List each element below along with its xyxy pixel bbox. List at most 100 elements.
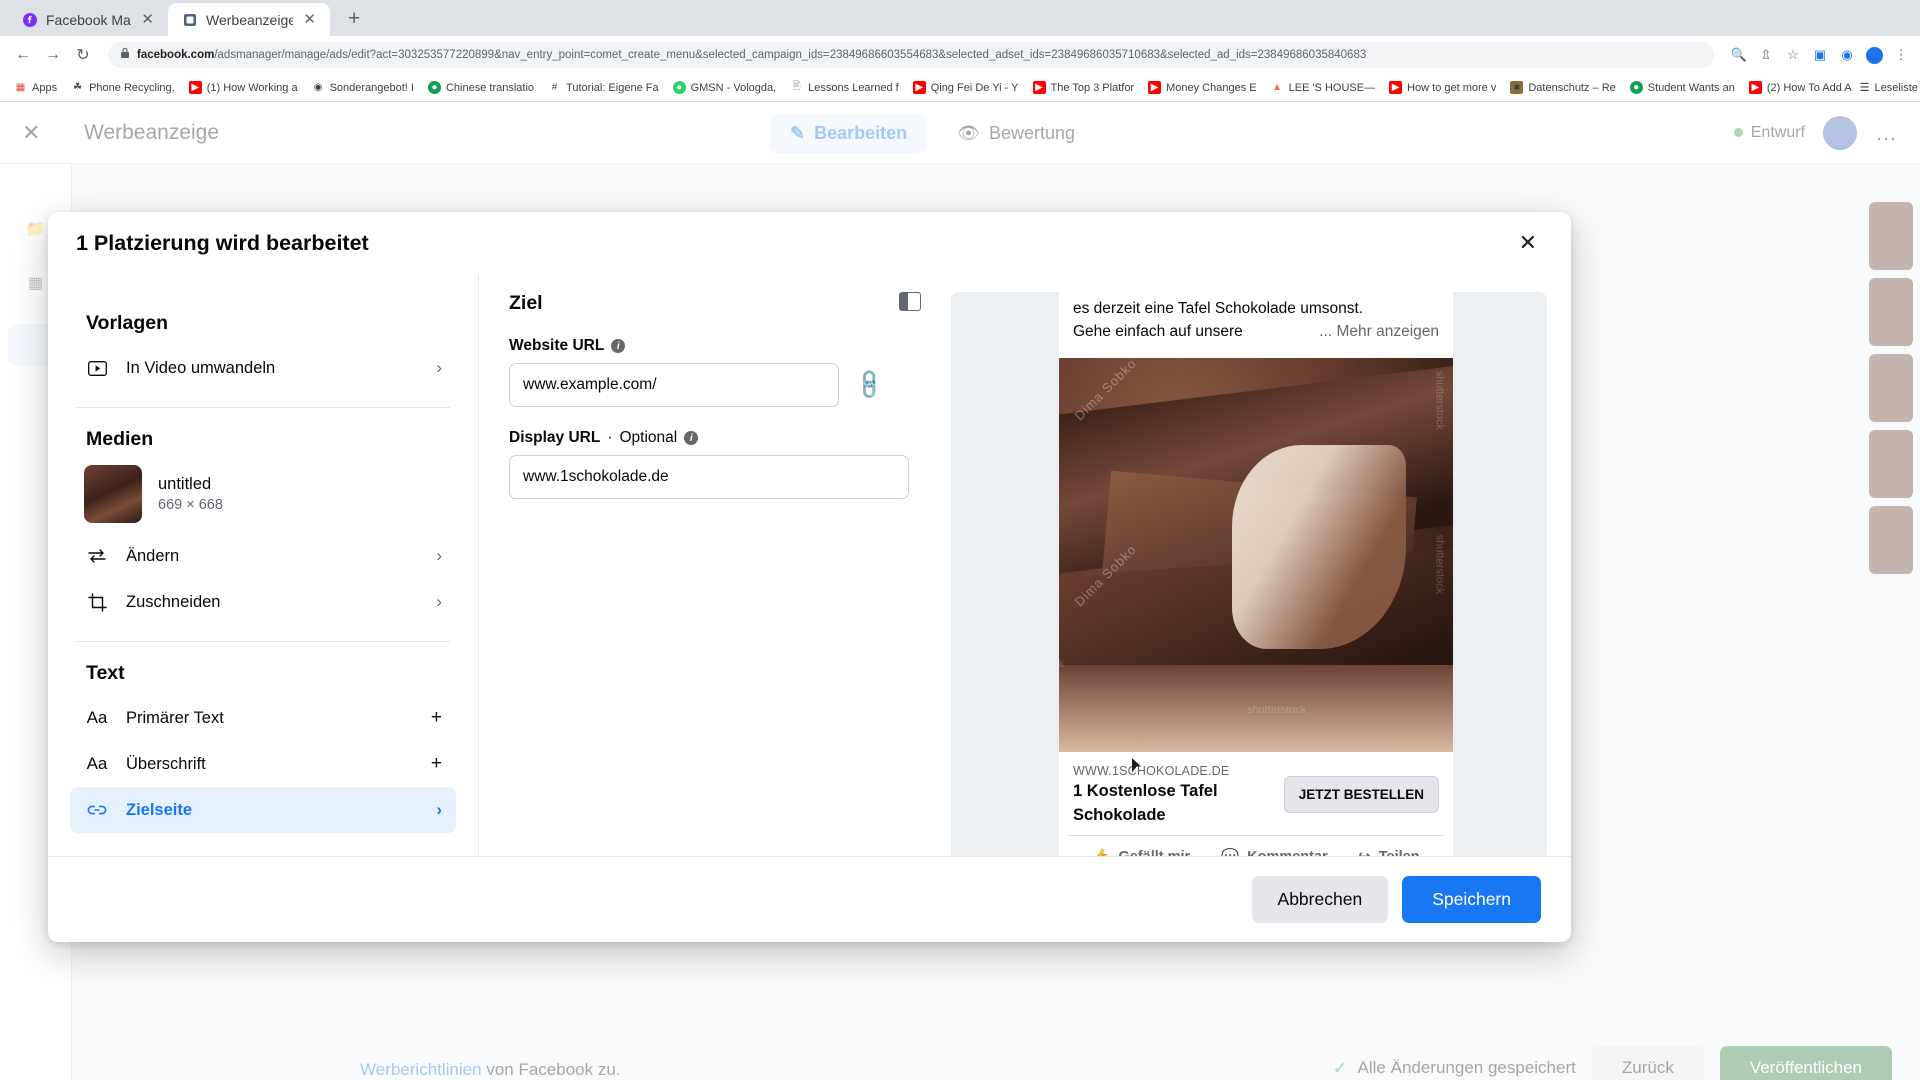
menu-item-in-video-umwandeln[interactable]: In Video umwandeln › — [70, 345, 456, 391]
bookmark-item[interactable]: ☘Phone Recycling, — [65, 78, 181, 97]
section-title-ziel: Ziel — [509, 292, 543, 315]
extension-icon[interactable]: ▣ — [1811, 46, 1829, 64]
ad-meta-row: WWW.1SCHOKOLADE.DE 1 Kostenlose Tafel Sc… — [1059, 752, 1453, 835]
destination-section-header: Ziel — [509, 292, 921, 315]
bookmarks-bar: ▦Apps ☘Phone Recycling, ▶(1) How Working… — [0, 74, 1920, 102]
browser-toolbar: ← → ↻ facebook.com/adsmanager/manage/ads… — [0, 36, 1920, 74]
dialog-title: 1 Platzierung wird bearbeitet — [76, 231, 369, 256]
dialog-header: 1 Platzierung wird bearbeitet ✕ — [48, 212, 1571, 274]
see-more-link[interactable]: ... Mehr anzeigen — [1319, 321, 1439, 344]
menu-icon[interactable]: ⋮ — [1892, 46, 1910, 64]
save-button[interactable]: Speichern — [1402, 876, 1541, 923]
cancel-button[interactable]: Abbrechen — [1252, 876, 1389, 923]
like-action[interactable]: 👍 Gefällt mir — [1092, 848, 1190, 856]
share-icon[interactable]: ⇫ — [1757, 46, 1775, 64]
edit-placement-dialog: 1 Platzierung wird bearbeitet ✕ Vorlagen… — [48, 212, 1571, 942]
ad-text-line1: es derzeit eine Tafel Schokolade umsonst… — [1073, 298, 1439, 321]
bookmark-item[interactable]: ▶Money Changes E — [1142, 78, 1263, 97]
website-url-input[interactable]: www.example.com/ — [509, 363, 839, 407]
menu-item-label: In Video umwandeln — [126, 359, 420, 378]
bookmark-item[interactable]: ●Student Wants an — [1624, 78, 1741, 97]
star-icon[interactable]: ☆ — [1784, 46, 1802, 64]
browser-chrome: Facebook Marketing & Werbea ✕ Werbeanzei… — [0, 0, 1920, 102]
website-url-value: www.example.com/ — [523, 376, 657, 394]
bookmark-item[interactable]: ●GMSN - Vologda, — [667, 78, 783, 97]
reading-list-button[interactable]: ☰ Leseliste — [1860, 81, 1920, 94]
bookmark-item[interactable]: ▲LEE 'S HOUSE— — [1265, 78, 1381, 97]
browser-tab-2[interactable]: Werbeanzeigenmanager - Wer ✕ — [168, 3, 330, 36]
ad-meta-text: WWW.1SCHOKOLADE.DE 1 Kostenlose Tafel Sc… — [1073, 764, 1229, 825]
media-asset-row[interactable]: untitled 669 × 668 — [70, 461, 456, 533]
back-icon[interactable]: ← — [10, 42, 36, 68]
menu-item-zuschneiden[interactable]: Zuschneiden › — [70, 579, 456, 625]
bookmark-item[interactable]: ▶Qing Fei De Yi - Y — [907, 78, 1025, 97]
youtube-icon: ▶ — [1749, 81, 1762, 94]
tab-title: Werbeanzeigenmanager - Wer — [206, 12, 293, 28]
reload-icon[interactable]: ↻ — [70, 42, 96, 68]
facebook-icon — [22, 12, 38, 28]
youtube-icon: ▶ — [1033, 81, 1046, 94]
menu-item-primaerer-text[interactable]: Aa Primärer Text + — [70, 695, 456, 741]
dialog-close-icon[interactable]: ✕ — [1513, 226, 1543, 260]
compass-icon: ◉ — [312, 81, 325, 94]
ad-headline-line1: 1 Kostenlose Tafel — [1073, 781, 1229, 802]
panel-layout-icon[interactable] — [899, 292, 921, 311]
bookmark-item[interactable]: ▶How to get more v — [1383, 78, 1502, 97]
dialog-footer: Abbrechen Speichern — [48, 856, 1571, 942]
bookmark-item[interactable]: ◉Sonderangebot! I — [306, 78, 420, 97]
menu-item-label: Überschrift — [126, 755, 415, 774]
chevron-right-icon: › — [436, 358, 442, 378]
menu-item-ueberschrift[interactable]: Aa Überschrift + — [70, 741, 456, 787]
browser-tab-1[interactable]: Facebook Marketing & Werbea ✕ — [8, 3, 168, 36]
ad-headline-line2: Schokolade — [1073, 805, 1229, 826]
menu-item-label: Zielseite — [126, 801, 420, 820]
forward-icon[interactable]: → — [40, 42, 66, 68]
bookmark-item[interactable]: ■Datenschutz – Re — [1504, 78, 1621, 97]
close-icon[interactable]: ✕ — [301, 10, 318, 29]
bookmark-item[interactable]: ▶(2) How To Add A — [1743, 78, 1858, 97]
profile-icon[interactable] — [1865, 46, 1883, 64]
new-tab-button[interactable]: + — [340, 7, 368, 31]
menu-item-label: Ändern — [126, 547, 420, 566]
display-url-input[interactable]: www.1schokolade.de — [509, 455, 909, 499]
tab-strip: Facebook Marketing & Werbea ✕ Werbeanzei… — [0, 0, 1920, 36]
bookmark-item[interactable]: #Tutorial: Eigene Fa — [542, 78, 665, 97]
bookmark-item[interactable]: ▶(1) How Working a — [183, 78, 304, 97]
section-title-media: Medien — [86, 428, 456, 451]
add-icon[interactable]: + — [431, 753, 442, 775]
page-icon: 🖹 — [790, 81, 803, 94]
youtube-icon: ▶ — [189, 81, 202, 94]
divider — [76, 407, 450, 408]
comment-action[interactable]: 💬 Kommentar — [1221, 848, 1328, 856]
aa-icon: Aa — [84, 754, 110, 774]
hash-icon: # — [548, 81, 561, 94]
address-bar[interactable]: facebook.com/adsmanager/manage/ads/edit?… — [108, 42, 1714, 68]
ad-cta-button[interactable]: JETZT BESTELLEN — [1284, 776, 1439, 813]
chain-link-icon[interactable]: 🔗 — [852, 367, 887, 402]
info-icon[interactable]: i — [684, 431, 698, 445]
add-icon[interactable]: + — [431, 707, 442, 729]
website-url-label: Website URL i — [509, 337, 921, 355]
crop-icon — [84, 593, 110, 612]
menu-item-label: Primärer Text — [126, 709, 415, 728]
facebook-ext-icon[interactable]: ◉ — [1838, 46, 1856, 64]
ad-preview-shell: es derzeit eine Tafel Schokolade umsonst… — [951, 292, 1547, 856]
bookmark-item[interactable]: ▦Apps — [8, 78, 63, 97]
ad-text-line2: Gehe einfach auf unsere — [1073, 321, 1243, 344]
info-icon[interactable]: i — [611, 339, 625, 353]
display-url-label: Display URL · Optional i — [509, 429, 921, 447]
display-url-value: www.1schokolade.de — [523, 468, 669, 486]
comment-icon: 💬 — [1221, 848, 1239, 856]
menu-item-zielseite[interactable]: Zielseite › — [70, 787, 456, 833]
close-icon[interactable]: ✕ — [139, 10, 156, 29]
zoom-icon[interactable]: 🔍 — [1730, 46, 1748, 64]
watermark-icon: ck — [1059, 658, 1064, 670]
bookmark-item[interactable]: ▶The Top 3 Platfor — [1027, 78, 1141, 97]
chevron-right-icon: › — [436, 546, 442, 566]
menu-item-label: Zuschneiden — [126, 593, 420, 612]
menu-item-aendern[interactable]: Ändern › — [70, 533, 456, 579]
share-action[interactable]: ↪ Teilen — [1359, 849, 1420, 856]
bookmark-item[interactable]: 🖹Lessons Learned f — [784, 78, 905, 97]
bookmark-item[interactable]: ●Chinese translatio — [422, 78, 540, 97]
image-icon: ■ — [1510, 81, 1523, 94]
